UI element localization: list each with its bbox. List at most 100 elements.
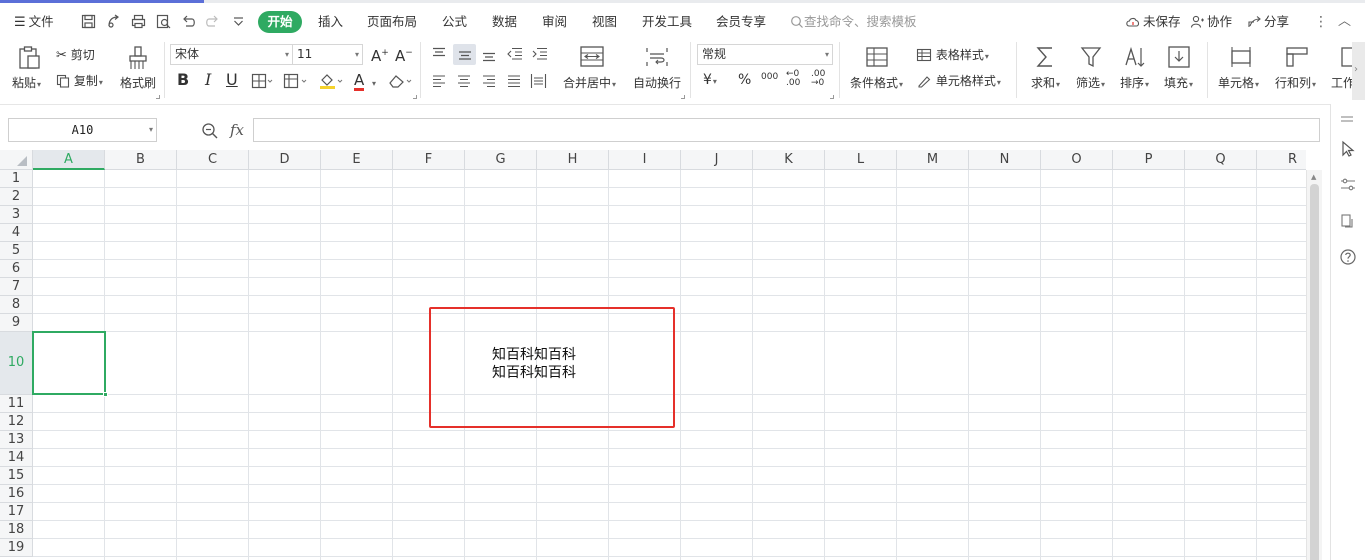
fill-button[interactable]: 填充▾ — [1164, 76, 1193, 92]
column-header-o[interactable]: O — [1041, 150, 1113, 170]
increase-font-icon[interactable]: A+ — [371, 46, 389, 64]
merge-center-icon[interactable] — [579, 45, 605, 69]
sum-button[interactable]: 求和▾ — [1031, 76, 1060, 92]
font-color-button[interactable]: A — [354, 72, 365, 91]
tab-data[interactable]: 数据 — [492, 13, 517, 31]
wrap-text-button[interactable]: 自动换行 — [633, 76, 681, 90]
font-dialog-launcher[interactable] — [413, 95, 417, 99]
increase-decimal-button[interactable]: ←0 .00 — [786, 70, 804, 88]
tab-page-layout[interactable]: 页面布局 — [367, 13, 417, 31]
row-header-7[interactable]: 7 — [0, 278, 33, 296]
sort-icon[interactable] — [1123, 45, 1147, 69]
fill-color-icon[interactable] — [318, 72, 344, 90]
row-header-16[interactable]: 16 — [0, 485, 33, 503]
align-left-icon[interactable] — [431, 74, 447, 88]
align-center-icon[interactable] — [456, 74, 472, 88]
column-header-n[interactable]: N — [969, 150, 1041, 170]
column-header-e[interactable]: E — [321, 150, 393, 170]
clipboard-dialog-launcher[interactable] — [156, 95, 160, 99]
column-header-d[interactable]: D — [249, 150, 321, 170]
unsaved-status[interactable]: 未保存 — [1125, 13, 1181, 31]
sum-icon[interactable] — [1034, 45, 1056, 69]
column-header-q[interactable]: Q — [1185, 150, 1257, 170]
copy-button[interactable]: 复制▾ — [56, 74, 103, 91]
eraser-icon[interactable] — [387, 73, 413, 89]
collapse-ribbon-icon[interactable]: ︿ — [1338, 13, 1351, 31]
row-header-1[interactable]: 1 — [0, 170, 33, 188]
active-cell[interactable] — [32, 331, 108, 397]
redo-icon[interactable] — [204, 13, 221, 30]
wrap-text-icon[interactable] — [644, 45, 670, 69]
format-painter-icon[interactable] — [126, 45, 150, 71]
collaborate-button[interactable]: 协作 — [1190, 13, 1232, 31]
print-icon[interactable] — [130, 13, 147, 30]
row-header-12[interactable]: 12 — [0, 413, 33, 431]
scrollbar-thumb[interactable] — [1310, 184, 1319, 560]
merge-center-button[interactable]: 合并居中▾ — [563, 76, 616, 92]
file-menu[interactable]: ☰ 文件 — [14, 13, 54, 31]
save-icon[interactable] — [80, 13, 97, 30]
tab-formulas[interactable]: 公式 — [442, 13, 467, 31]
tab-insert[interactable]: 插入 — [318, 13, 343, 31]
percent-button[interactable]: % — [738, 73, 751, 87]
row-header-4[interactable]: 4 — [0, 224, 33, 242]
backup-icon[interactable] — [1339, 212, 1357, 233]
ribbon-scroll-right[interactable]: › — [1352, 42, 1365, 100]
align-top-icon[interactable] — [431, 47, 447, 61]
italic-button[interactable]: I — [205, 72, 211, 88]
column-header-r[interactable]: R — [1257, 150, 1306, 170]
underline-button[interactable]: U — [226, 72, 238, 88]
row-header-3[interactable]: 3 — [0, 206, 33, 224]
align-right-icon[interactable] — [481, 74, 497, 88]
column-header-f[interactable]: F — [393, 150, 465, 170]
font-size-combo[interactable]: 11 ▾ — [292, 44, 363, 65]
alignment-dialog-launcher[interactable] — [681, 95, 685, 99]
row-header-13[interactable]: 13 — [0, 431, 33, 449]
column-header-a[interactable]: A — [33, 150, 105, 170]
number-dialog-launcher[interactable] — [830, 95, 834, 99]
number-format-combo[interactable]: 常规 ▾ — [697, 44, 833, 65]
column-header-k[interactable]: K — [753, 150, 825, 170]
row-header-2[interactable]: 2 — [0, 188, 33, 206]
column-header-p[interactable]: P — [1113, 150, 1185, 170]
chevron-down-icon[interactable]: ▾ — [371, 75, 376, 91]
borders-icon[interactable] — [251, 73, 273, 89]
row-column-icon[interactable] — [1285, 46, 1309, 68]
column-header-b[interactable]: B — [105, 150, 177, 170]
output-icon[interactable] — [105, 13, 122, 30]
undo-icon[interactable] — [180, 13, 197, 30]
tab-member[interactable]: 会员专享 — [716, 13, 766, 31]
bold-button[interactable]: B — [177, 72, 189, 88]
row-header-11[interactable]: 11 — [0, 395, 33, 413]
row-header-17[interactable]: 17 — [0, 503, 33, 521]
decrease-font-icon[interactable]: A− — [395, 46, 413, 64]
conditional-format-button[interactable]: 条件格式▾ — [850, 76, 903, 92]
help-icon[interactable] — [1339, 248, 1357, 269]
table-style-button[interactable]: 表格样式▾ — [916, 48, 989, 65]
tab-view[interactable]: 视图 — [592, 13, 617, 31]
fill-icon[interactable] — [1167, 45, 1191, 69]
column-header-m[interactable]: M — [897, 150, 969, 170]
name-box[interactable]: A10 ▾ — [8, 118, 157, 142]
row-header-8[interactable]: 8 — [0, 296, 33, 314]
row-header-15[interactable]: 15 — [0, 467, 33, 485]
thousands-separator-button[interactable]: 000 — [761, 72, 778, 82]
more-options-icon[interactable]: ⋮ — [1314, 13, 1328, 31]
sort-button[interactable]: 排序▾ — [1120, 76, 1149, 92]
cell-format-icon[interactable] — [283, 73, 307, 89]
format-painter-button[interactable]: 格式刷 — [120, 76, 156, 90]
decrease-decimal-button[interactable]: .00 →0 — [811, 70, 829, 88]
settings-sliders-icon[interactable] — [1339, 176, 1357, 197]
row-header-14[interactable]: 14 — [0, 449, 33, 467]
column-header-l[interactable]: L — [825, 150, 897, 170]
cell-style-button[interactable]: 单元格样式▾ — [916, 74, 1001, 91]
align-bottom-icon[interactable] — [481, 48, 497, 62]
row-header-18[interactable]: 18 — [0, 521, 33, 539]
column-header-c[interactable]: C — [177, 150, 249, 170]
worksheet-icon[interactable] — [1340, 46, 1352, 68]
formula-input[interactable] — [253, 118, 1320, 142]
cell-button[interactable]: 单元格▾ — [1218, 76, 1259, 92]
cut-button[interactable]: ✂ 剪切 — [56, 48, 95, 63]
column-header-h[interactable]: H — [537, 150, 609, 170]
font-name-combo[interactable]: 宋体 ▾ — [170, 44, 293, 65]
